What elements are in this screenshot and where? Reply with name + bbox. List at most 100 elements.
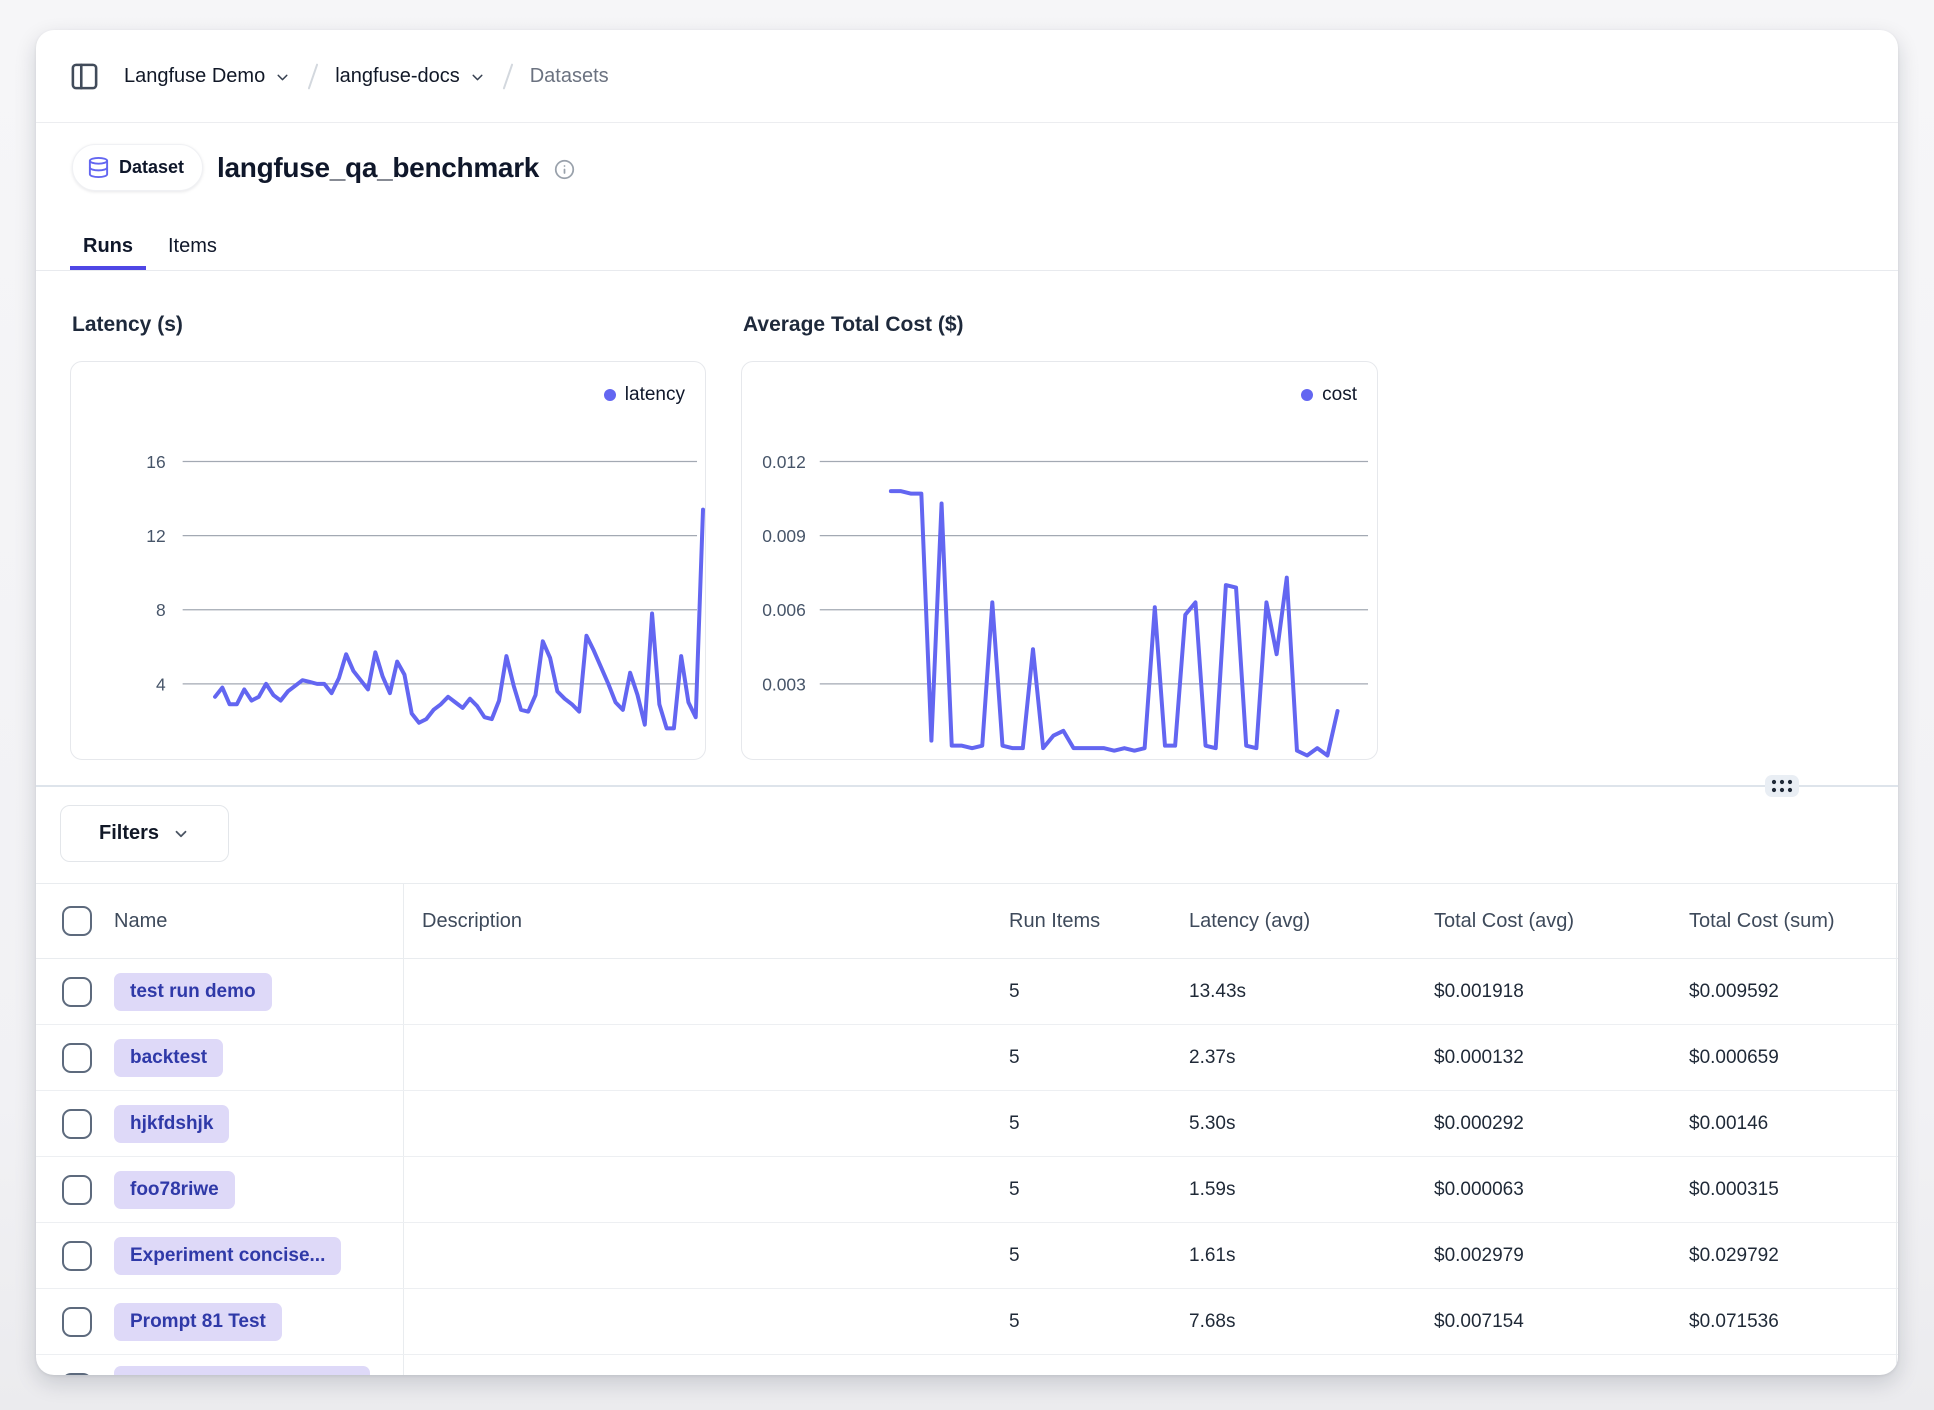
total-cost-avg-cell: $0.000132 bbox=[1416, 1047, 1671, 1069]
breadcrumb-org-label: Langfuse Demo bbox=[124, 65, 265, 88]
tab-bar: Runs Items bbox=[36, 227, 1898, 271]
filters-button-label: Filters bbox=[99, 822, 159, 845]
total-cost-avg-cell: $0.000063 bbox=[1416, 1179, 1671, 1201]
svg-text:4: 4 bbox=[156, 674, 166, 694]
description-cell bbox=[403, 1223, 991, 1288]
legend-dot-icon bbox=[1301, 389, 1313, 401]
run-items-cell: 5 bbox=[991, 1179, 1171, 1201]
drag-handle[interactable] bbox=[1765, 775, 1799, 797]
total-cost-sum-cell: $0.029792 bbox=[1671, 1245, 1898, 1267]
dataset-badge-label: Dataset bbox=[119, 157, 184, 178]
total-cost-avg-cell: $0.007154 bbox=[1416, 1311, 1671, 1333]
svg-text:0.009: 0.009 bbox=[762, 526, 806, 546]
run-name-badge[interactable]: Prompt 81 Test bbox=[114, 1303, 282, 1341]
svg-text:0.012: 0.012 bbox=[762, 452, 806, 472]
column-header-description: Description bbox=[403, 884, 991, 958]
row-checkbox[interactable] bbox=[62, 1043, 92, 1073]
dataset-header: Dataset langfuse_qa_benchmark bbox=[72, 144, 575, 191]
total-cost-sum-cell: $0.00146 bbox=[1671, 1113, 1898, 1135]
table-row: hjkfdshjk55.30s$0.000292$0.00146 bbox=[36, 1091, 1898, 1157]
run-name-badge[interactable] bbox=[114, 1366, 370, 1376]
tab-runs[interactable]: Runs bbox=[70, 227, 146, 270]
table-row-partial bbox=[36, 1355, 1898, 1375]
breadcrumb-org[interactable]: Langfuse Demo bbox=[124, 65, 291, 88]
legend-label: latency bbox=[625, 384, 685, 406]
latency-avg-cell: 7.68s bbox=[1171, 1311, 1416, 1333]
latency-avg-cell: 13.43s bbox=[1171, 981, 1416, 1003]
info-icon[interactable] bbox=[554, 159, 575, 180]
column-header-run-items: Run Items bbox=[991, 910, 1171, 933]
run-items-cell: 5 bbox=[991, 981, 1171, 1003]
latency-avg-cell: 1.61s bbox=[1171, 1245, 1416, 1267]
description-cell bbox=[403, 1157, 991, 1222]
total-cost-sum-cell: $0.000659 bbox=[1671, 1047, 1898, 1069]
runs-table: Name Description Run Items Latency (avg)… bbox=[36, 883, 1898, 1375]
grip-dots-icon bbox=[1771, 779, 1793, 793]
breadcrumb-project-label: langfuse-docs bbox=[335, 65, 460, 88]
main-card: Langfuse Demo langfuse-docs Datasets Dat… bbox=[36, 30, 1898, 1375]
latency-legend: latency bbox=[604, 384, 685, 406]
breadcrumb-separator bbox=[502, 63, 513, 89]
total-cost-avg-cell: $0.000292 bbox=[1416, 1113, 1671, 1135]
run-name-badge[interactable]: hjkfdshjk bbox=[114, 1105, 229, 1143]
row-checkbox[interactable] bbox=[62, 1175, 92, 1205]
sidebar-toggle-button[interactable] bbox=[64, 56, 104, 96]
svg-text:16: 16 bbox=[146, 452, 165, 472]
breadcrumb-project[interactable]: langfuse-docs bbox=[335, 65, 486, 88]
legend-label: cost bbox=[1322, 384, 1357, 406]
run-name-badge[interactable]: foo78riwe bbox=[114, 1171, 235, 1209]
latency-line-chart: 4 8 12 16 bbox=[71, 362, 705, 759]
total-cost-sum-cell: $0.071536 bbox=[1671, 1311, 1898, 1333]
row-checkbox[interactable] bbox=[62, 1109, 92, 1139]
page-title: langfuse_qa_benchmark bbox=[217, 152, 539, 184]
run-items-cell: 5 bbox=[991, 1113, 1171, 1135]
row-checkbox[interactable] bbox=[62, 1373, 92, 1376]
run-items-cell: 5 bbox=[991, 1245, 1171, 1267]
section-resize-divider[interactable] bbox=[36, 785, 1898, 787]
chevron-down-icon bbox=[274, 69, 291, 86]
latency-avg-cell: 1.59s bbox=[1171, 1179, 1416, 1201]
svg-text:0.006: 0.006 bbox=[762, 600, 806, 620]
svg-text:12: 12 bbox=[146, 526, 165, 546]
total-cost-sum-cell: $0.009592 bbox=[1671, 981, 1898, 1003]
tab-items[interactable]: Items bbox=[155, 227, 230, 270]
column-header-name: Name bbox=[96, 910, 403, 933]
description-cell bbox=[403, 1355, 991, 1375]
row-checkbox[interactable] bbox=[62, 1241, 92, 1271]
table-body: test run demo513.43s$0.001918$0.009592ba… bbox=[36, 959, 1898, 1375]
run-items-cell: 5 bbox=[991, 1047, 1171, 1069]
legend-dot-icon bbox=[604, 389, 616, 401]
description-cell bbox=[403, 1091, 991, 1156]
latency-chart-card: latency 4 8 12 16 bbox=[70, 361, 706, 760]
run-name-badge[interactable]: backtest bbox=[114, 1039, 223, 1077]
cost-chart-title: Average Total Cost ($) bbox=[743, 313, 964, 337]
latency-chart-title: Latency (s) bbox=[72, 313, 183, 337]
table-row: Prompt 81 Test57.68s$0.007154$0.071536 bbox=[36, 1289, 1898, 1355]
topbar: Langfuse Demo langfuse-docs Datasets bbox=[36, 30, 1898, 123]
chevron-down-icon bbox=[469, 69, 486, 86]
column-header-total-cost-avg: Total Cost (avg) bbox=[1416, 910, 1671, 933]
dataset-badge: Dataset bbox=[72, 144, 203, 191]
total-cost-avg-cell: $0.002979 bbox=[1416, 1245, 1671, 1267]
svg-text:8: 8 bbox=[156, 600, 166, 620]
breadcrumb: Langfuse Demo langfuse-docs Datasets bbox=[124, 63, 609, 90]
cost-line-chart: 0.0030.0060.0090.012 bbox=[742, 362, 1377, 759]
table-row: foo78riwe 51.59s$0.000063$0.000315 bbox=[36, 1157, 1898, 1223]
run-name-badge[interactable]: Experiment concise... bbox=[114, 1237, 341, 1275]
description-cell bbox=[403, 1025, 991, 1090]
total-cost-avg-cell: $0.001918 bbox=[1416, 981, 1671, 1003]
row-checkbox[interactable] bbox=[62, 1307, 92, 1337]
breadcrumb-section: Datasets bbox=[530, 65, 609, 88]
table-header-row: Name Description Run Items Latency (avg)… bbox=[36, 884, 1898, 959]
cost-chart-card: cost 0.0030.0060.0090.012 bbox=[741, 361, 1378, 760]
panel-left-icon bbox=[69, 61, 100, 92]
run-name-badge[interactable]: test run demo bbox=[114, 973, 272, 1011]
latency-avg-cell: 2.37s bbox=[1171, 1047, 1416, 1069]
table-row: Experiment concise... 51.61s$0.002979$0.0… bbox=[36, 1223, 1898, 1289]
row-checkbox[interactable] bbox=[62, 977, 92, 1007]
total-cost-sum-cell: $0.000315 bbox=[1671, 1179, 1898, 1201]
column-header-total-cost-sum: Total Cost (sum) bbox=[1671, 910, 1898, 933]
filters-button[interactable]: Filters bbox=[60, 805, 229, 862]
table-row: backtest 52.37s$0.000132$0.000659 bbox=[36, 1025, 1898, 1091]
select-all-checkbox[interactable] bbox=[62, 906, 92, 936]
